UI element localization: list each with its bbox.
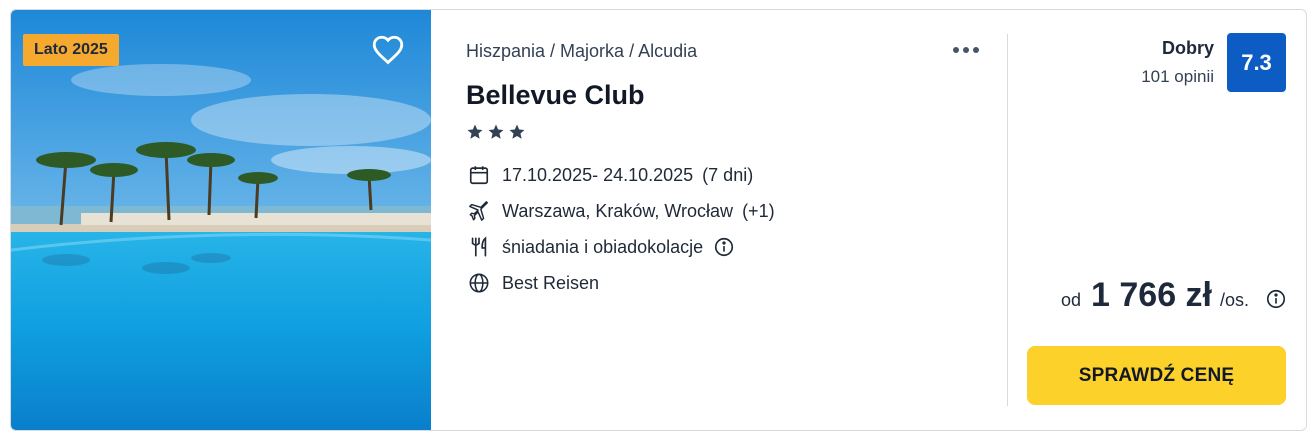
more-dots-icon — [963, 47, 969, 53]
breadcrumb[interactable]: Hiszpania / Majorka / Alcudia — [466, 41, 697, 62]
star-icon — [488, 124, 504, 139]
hotel-name[interactable]: Bellevue Club — [466, 80, 645, 111]
favorite-button[interactable] — [369, 30, 407, 68]
price: od 1 766 zł /os. — [1061, 276, 1249, 315]
pool-image — [11, 10, 431, 430]
price-prefix: od — [1061, 290, 1082, 310]
price-suffix: /os. — [1220, 290, 1250, 310]
hotel-photo[interactable]: Lato 2025 — [11, 10, 431, 430]
rating-label: Dobry — [1161, 38, 1214, 58]
more-options-button[interactable] — [950, 40, 982, 60]
heart-icon — [372, 35, 404, 65]
dates-row: 17.10.2025- 24.10.2025 (7 dni) — [466, 162, 753, 188]
star-rating — [466, 123, 526, 141]
info-icon[interactable] — [713, 236, 735, 258]
operator-row: Best Reisen — [466, 270, 599, 296]
tour-operator: Best Reisen — [502, 272, 600, 293]
review-count[interactable]: 101 opinii — [1141, 67, 1214, 87]
offer-card[interactable]: Lato 2025 Hiszpania / Majorka / Alcudia … — [10, 9, 1307, 431]
offer-info: Hiszpania / Majorka / Alcudia Bellevue C… — [466, 10, 986, 430]
star-icon — [509, 124, 525, 139]
plane-icon — [466, 198, 492, 224]
more-dots-icon — [953, 47, 959, 53]
more-dots-icon — [973, 47, 979, 53]
info-icon[interactable] — [1265, 288, 1287, 315]
trip-duration: (7 dni) — [702, 164, 754, 185]
rating-score: 7.3 — [1227, 33, 1286, 92]
calendar-icon — [466, 162, 492, 188]
departure-row: Warszawa, Kraków, Wrocław (+1) — [466, 198, 775, 224]
travel-dates: 17.10.2025- 24.10.2025 — [502, 164, 694, 185]
cutlery-icon — [466, 234, 492, 260]
departure-more[interactable]: (+1) — [742, 201, 775, 222]
divider — [1007, 34, 1008, 406]
globe-icon — [466, 270, 492, 296]
board-type: śniadania i obiadokolacje — [502, 236, 704, 257]
price-amount: 1 766 zł — [1091, 276, 1213, 314]
board-row: śniadania i obiadokolacje — [466, 234, 735, 260]
season-badge: Lato 2025 — [23, 34, 119, 66]
star-icon — [467, 124, 483, 139]
departure-cities: Warszawa, Kraków, Wrocław — [502, 200, 734, 221]
check-price-button[interactable]: SPRAWDŹ CENĘ — [1027, 346, 1286, 405]
